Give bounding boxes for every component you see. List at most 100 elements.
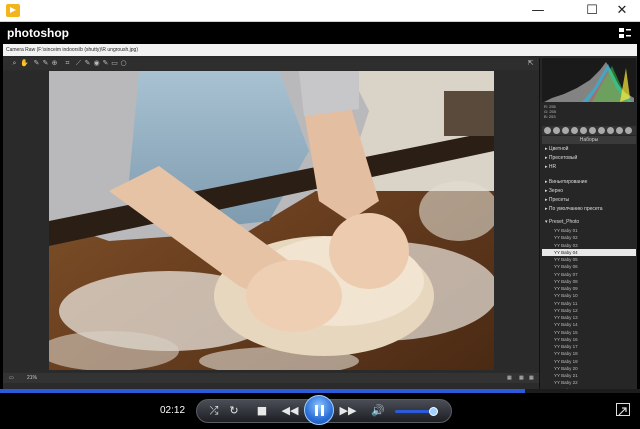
file-path-bar: Camera Raw (F:\sinceim indoors\b (shutty… xyxy=(3,44,637,56)
media-header: photoshop xyxy=(0,22,640,44)
preset-item[interactable]: YY Baby 22 xyxy=(542,379,636,386)
image-canvas[interactable] xyxy=(3,71,539,372)
presets-tab-icon[interactable] xyxy=(616,127,623,134)
preset-group[interactable]: ▸ Пресетовый xyxy=(542,154,636,163)
presets-panel: R: 255 G: 255 B: 253 Наборы ▸ Цветной ▸ П… xyxy=(539,58,637,400)
preset-item[interactable]: YY Baby 04 xyxy=(542,248,636,256)
preset-group-label: Виньетирование xyxy=(548,179,588,185)
tone-curve-tab-icon[interactable] xyxy=(553,127,560,134)
next-icon[interactable]: ▶▶ xyxy=(337,400,359,422)
media-title: photoshop xyxy=(7,26,69,40)
preset-item[interactable]: YY Baby 15 xyxy=(542,329,636,336)
red-eye-icon[interactable]: ◉ xyxy=(93,60,100,67)
straighten-tool-icon[interactable]: ⟋ xyxy=(75,60,82,67)
preset-group[interactable]: ▸ Зерно xyxy=(542,187,636,196)
snapshots-tab-icon[interactable] xyxy=(625,127,632,134)
switch-to-now-playing-icon[interactable] xyxy=(616,403,630,416)
effects-tab-icon[interactable] xyxy=(598,127,605,134)
settings-icon[interactable]: ▦ xyxy=(529,373,534,383)
preset-item[interactable]: YY Baby 07 xyxy=(542,271,636,278)
hsl-tab-icon[interactable] xyxy=(571,127,578,134)
fullscreen-toggle-icon[interactable]: ⇱ xyxy=(527,60,534,67)
preset-list: ▸ Цветной ▸ Пресетовый ▸ HR ▸ Виньетировани… xyxy=(542,145,636,401)
white-balance-tool-icon[interactable]: ✎ xyxy=(33,60,40,67)
pause-icon xyxy=(315,405,318,416)
preset-group[interactable]: ▸ По умолчанию пресета xyxy=(542,205,636,214)
preset-item[interactable]: YY Baby 06 xyxy=(542,263,636,270)
volume-icon[interactable]: 🔊 xyxy=(369,400,387,422)
zoom-minus-icon[interactable]: ▭ xyxy=(9,373,14,383)
preset-group-label: Пресетовый xyxy=(548,155,578,161)
minimize-button[interactable]: — xyxy=(520,0,556,22)
preset-group-label: Зерно xyxy=(548,188,564,194)
calibration-tab-icon[interactable] xyxy=(607,127,614,134)
lens-tab-icon[interactable] xyxy=(589,127,596,134)
zoom-tool-icon[interactable]: ⌕ xyxy=(11,60,18,67)
preset-group-label: HR xyxy=(548,164,557,170)
preset-group[interactable]: ▸ HR xyxy=(542,163,636,172)
panel-title: Наборы xyxy=(542,136,636,144)
preset-group[interactable]: ▾ Preset_Photo xyxy=(542,218,636,227)
gradient-filter-icon[interactable]: ▭ xyxy=(111,60,118,67)
preset-item[interactable]: YY Baby 03 xyxy=(542,242,636,249)
preset-item[interactable]: YY Baby 02 xyxy=(542,234,636,241)
stop-icon[interactable]: ■ xyxy=(253,400,271,422)
preset-item[interactable]: YY Baby 16 xyxy=(542,336,636,343)
preset-item[interactable]: YY Baby 17 xyxy=(542,343,636,350)
stat-b: B: 253 xyxy=(544,114,556,119)
canvas-status-bar: ▭ 21% ▦ ▦ ▦ xyxy=(3,373,539,383)
camera-raw-toolbar: ⌕ ✋ ✎ ✎ ⊕ ⌗ ⟋ ✎ ◉ ✎ ▭ ○ ⇱ xyxy=(3,58,539,70)
preset-item[interactable]: YY Baby 10 xyxy=(542,292,636,299)
close-button[interactable]: ✕ xyxy=(604,0,640,22)
spot-removal-icon[interactable]: ✎ xyxy=(84,60,91,67)
elapsed-time: 02:12 xyxy=(160,405,186,416)
preset-item[interactable]: YY Baby 08 xyxy=(542,278,636,285)
player-controls: 02:12 ⤮ ↻ ■ ◀◀ ▶▶ 🔊 xyxy=(0,393,640,429)
transport-pill: ⤮ ↻ ■ ◀◀ ▶▶ 🔊 xyxy=(196,395,452,425)
detail-tab-icon[interactable] xyxy=(562,127,569,134)
preset-group[interactable]: ▸ Пресеты xyxy=(542,196,636,205)
zoom-level[interactable]: 21% xyxy=(27,373,37,383)
basic-tab-icon[interactable] xyxy=(544,127,551,134)
preset-item[interactable]: YY Baby 19 xyxy=(542,358,636,365)
preset-item[interactable]: YY Baby 18 xyxy=(542,350,636,357)
preset-item[interactable]: YY Baby 09 xyxy=(542,285,636,292)
split-toning-tab-icon[interactable] xyxy=(580,127,587,134)
preset-item[interactable]: YY Baby 05 xyxy=(542,256,636,263)
preset-item[interactable]: YY Baby 01 xyxy=(542,227,636,234)
title-bar: — ☐ ✕ xyxy=(0,0,640,22)
compare-view-icon[interactable]: ▦ xyxy=(507,373,512,383)
preset-group[interactable]: ▸ Виньетирование xyxy=(542,178,636,187)
preset-group-label: Пресеты xyxy=(548,197,570,203)
preset-group-label: Preset_Photo xyxy=(548,219,580,225)
toggle-view-icon[interactable]: ▦ xyxy=(519,373,524,383)
preset-group[interactable]: ▸ Цветной xyxy=(542,145,636,154)
volume-knob[interactable] xyxy=(428,407,438,416)
media-player-window: — ☐ ✕ photoshop Camera Raw (F:\sinceim i… xyxy=(0,0,640,429)
preset-item[interactable]: YY Baby 14 xyxy=(542,321,636,328)
panel-tabs xyxy=(542,126,636,135)
pause-icon-bar xyxy=(321,405,324,416)
histogram xyxy=(542,58,636,102)
color-sampler-icon[interactable]: ✎ xyxy=(42,60,49,67)
hand-tool-icon[interactable]: ✋ xyxy=(20,60,29,67)
brush-icon[interactable]: ✎ xyxy=(102,60,109,67)
preset-item[interactable]: YY Baby 12 xyxy=(542,307,636,314)
photo-kneading-dough xyxy=(49,71,494,370)
target-adjust-icon[interactable]: ⊕ xyxy=(51,60,58,67)
preset-item[interactable]: YY Baby 11 xyxy=(542,300,636,307)
crop-tool-icon[interactable]: ⌗ xyxy=(64,60,71,67)
shuffle-icon[interactable]: ⤮ xyxy=(205,400,223,422)
preset-item[interactable]: YY Baby 20 xyxy=(542,365,636,372)
radial-filter-icon[interactable]: ○ xyxy=(120,60,127,67)
pause-button[interactable] xyxy=(304,395,334,425)
preset-item[interactable]: YY Baby 13 xyxy=(542,314,636,321)
media-player-icon xyxy=(6,4,20,17)
previous-icon[interactable]: ◀◀ xyxy=(279,400,301,422)
repeat-icon[interactable]: ↻ xyxy=(225,400,243,422)
preset-group-label: По умолчанию пресета xyxy=(548,206,603,212)
preset-item[interactable]: YY Baby 21 xyxy=(542,372,636,379)
rgb-readout: R: 255 G: 255 B: 253 xyxy=(544,104,634,124)
switch-to-library-icon[interactable] xyxy=(618,26,632,40)
preset-group-label: Цветной xyxy=(548,146,569,152)
